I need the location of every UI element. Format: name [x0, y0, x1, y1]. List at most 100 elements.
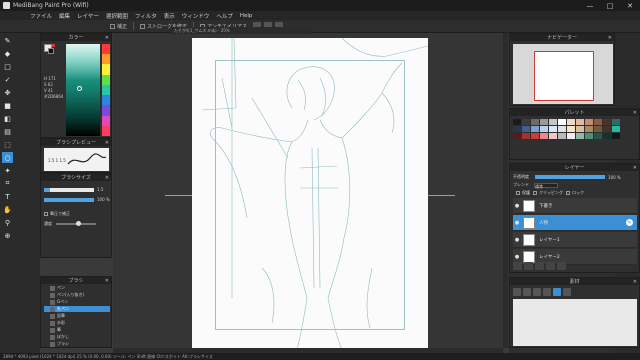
brush-item[interactable]: ブラシ — [44, 341, 110, 347]
vertical-scrollbar[interactable] — [503, 33, 508, 348]
brush-item-selected[interactable]: 丸ペン — [44, 306, 110, 312]
density-track[interactable] — [56, 221, 96, 226]
close-icon[interactable]: ✕ — [608, 35, 612, 41]
menu-file[interactable]: ファイル — [30, 12, 52, 20]
eye-icon[interactable]: ● — [513, 237, 521, 243]
fill-tool[interactable]: ■ — [2, 100, 13, 111]
close-button[interactable]: ✕ — [620, 2, 640, 10]
menu-layer[interactable]: レイヤー — [77, 12, 99, 20]
status-text: 2894 * 4093 pixel (1024 * 1024 dpi) 25 %… — [3, 353, 213, 359]
lock-checkbox[interactable] — [566, 191, 570, 195]
minimize-button[interactable]: — — [580, 2, 600, 10]
navigator-viewport[interactable] — [534, 51, 594, 101]
gradient-tool[interactable]: ▤ — [2, 126, 13, 137]
size-slider[interactable]: 1.5 — [44, 187, 110, 192]
density-slider[interactable]: 濃度 — [44, 221, 96, 227]
pressure-checkbox[interactable]: 筆圧で補正 — [44, 211, 70, 217]
checkbox-icon[interactable] — [140, 23, 146, 29]
delete-layer-icon[interactable] — [557, 262, 566, 270]
close-icon[interactable]: ✕ — [105, 278, 109, 284]
size-slider-track[interactable] — [44, 187, 94, 192]
menu-help-jp[interactable]: ヘルプ — [216, 12, 233, 20]
item-icon[interactable] — [533, 288, 541, 296]
option-correction[interactable]: 補正 — [110, 23, 127, 30]
close-icon[interactable]: ✕ — [633, 165, 637, 171]
new-layer-icon[interactable] — [513, 262, 522, 270]
brush-item[interactable]: ペン — [44, 285, 110, 291]
menu-help[interactable]: Help — [240, 13, 253, 19]
palette-swatches[interactable] — [513, 119, 620, 139]
wand-tool[interactable]: ✦ — [2, 165, 13, 176]
zoom-tool[interactable]: ⊕ — [2, 230, 13, 241]
merge-layer-icon[interactable] — [546, 262, 555, 270]
opacity-slider-track[interactable] — [44, 197, 94, 202]
color-cursor[interactable] — [77, 86, 82, 91]
panel-title: ブラシ — [68, 278, 84, 284]
new-folder-icon[interactable] — [524, 262, 533, 270]
hand-tool[interactable]: ✋ — [2, 204, 13, 215]
lasso-tool[interactable]: ○ — [2, 152, 13, 163]
blend-select[interactable]: 通常 — [534, 182, 558, 189]
hex-value: #2D6B64 — [44, 94, 64, 99]
close-icon[interactable]: ✕ — [633, 279, 637, 285]
brush-name: ぼかし — [57, 334, 69, 339]
eyedropper-tool[interactable]: ⚲ — [2, 217, 13, 228]
tone-icon[interactable] — [513, 288, 521, 296]
close-icon[interactable]: ✕ — [105, 175, 109, 181]
tile-icon[interactable] — [523, 288, 531, 296]
transparent-color-swatch[interactable] — [52, 44, 55, 47]
brush-item[interactable]: 筆 — [44, 327, 110, 333]
brush-item[interactable]: ぼかし — [44, 334, 110, 340]
eye-icon[interactable]: ● — [513, 220, 521, 226]
duplicate-layer-icon[interactable] — [535, 262, 544, 270]
opacity-slider[interactable]: 100 % — [44, 197, 110, 202]
brush-item[interactable]: Gペン — [44, 299, 110, 305]
blend-mode-row[interactable]: ブレンド 通常 — [513, 182, 558, 189]
close-icon[interactable]: ✕ — [105, 35, 109, 41]
brush-item[interactable]: ペン(入り抜き) — [44, 292, 110, 298]
menu-view[interactable]: 表示 — [164, 12, 175, 20]
brush-item[interactable]: 鉛筆 — [44, 313, 110, 319]
pen-tool[interactable]: ✎ — [2, 35, 13, 46]
select-tool[interactable]: ⬚ — [2, 139, 13, 150]
bucket-tool[interactable]: ◧ — [2, 113, 13, 124]
text-tool[interactable]: T — [2, 191, 13, 202]
close-icon[interactable]: ✕ — [633, 110, 637, 116]
layer-opacity-row[interactable]: 不透明度 100 % — [513, 174, 635, 180]
checkbox-icon[interactable] — [110, 23, 115, 29]
protect-checkbox[interactable] — [516, 191, 520, 195]
cloud-icon[interactable] — [543, 288, 551, 296]
density-knob[interactable] — [76, 221, 81, 226]
layer-settings-icon[interactable]: ✎ — [626, 219, 633, 226]
checkbox-icon[interactable] — [44, 212, 48, 216]
eraser-tool[interactable]: ◆ — [2, 48, 13, 59]
document-tab[interactable]: たそがれ1_サムネ.mdp - 25% — [170, 27, 310, 34]
layer-row-active[interactable]: ● 人物 ✎ — [513, 215, 637, 231]
menu-filter[interactable]: フィルタ — [135, 12, 157, 20]
layer-row[interactable]: ● 下書き — [513, 198, 637, 214]
color-field[interactable] — [66, 44, 100, 136]
brush-item[interactable]: 水彩 — [44, 320, 110, 326]
brush-icon — [50, 285, 55, 291]
close-icon[interactable]: ✕ — [105, 140, 109, 146]
eye-icon[interactable]: ● — [513, 254, 521, 260]
check-tool[interactable]: ✓ — [2, 74, 13, 85]
brush-icon — [50, 320, 55, 326]
menu-window[interactable]: ウィンドウ — [182, 12, 210, 20]
material-list-area[interactable] — [513, 299, 637, 346]
menu-select[interactable]: 選択範囲 — [106, 12, 128, 20]
sub-color-swatch[interactable] — [48, 48, 54, 54]
layer-opacity-value: 100 % — [608, 174, 621, 180]
move-tool[interactable]: ✥ — [2, 87, 13, 98]
maximize-button[interactable]: □ — [600, 2, 620, 10]
layer-row[interactable]: ● レイヤー1 — [513, 232, 637, 248]
eye-icon[interactable]: ● — [513, 203, 521, 209]
hue-slider[interactable] — [102, 44, 110, 136]
crop-tool[interactable]: ⌗ — [2, 178, 13, 189]
shape-tool[interactable]: □ — [2, 61, 13, 72]
settings-icon[interactable] — [563, 288, 571, 296]
clip-checkbox[interactable] — [533, 191, 537, 195]
menu-edit[interactable]: 編集 — [59, 12, 70, 20]
layer-opacity-slider[interactable] — [535, 175, 605, 179]
search-icon[interactable] — [553, 288, 561, 296]
